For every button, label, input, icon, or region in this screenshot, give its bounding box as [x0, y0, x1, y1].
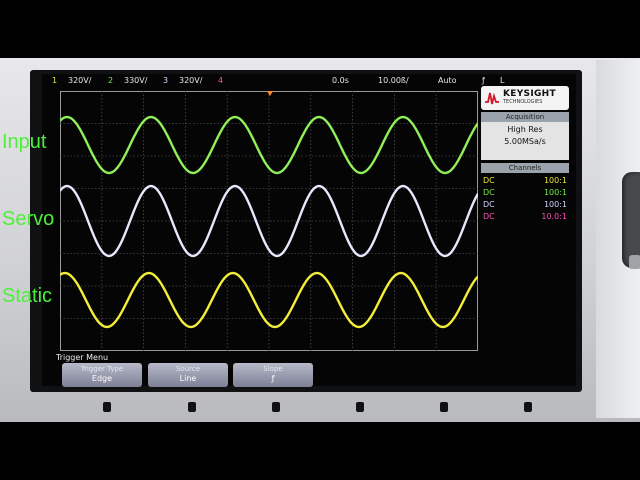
softkey-3-title: Slope	[263, 365, 283, 373]
hardware-softkey-5[interactable]	[440, 402, 448, 412]
channel-coupling: DC	[483, 200, 495, 209]
keysight-logo: KEYSIGHT TECHNOLOGIES	[481, 86, 569, 110]
trigger-position-marker	[267, 91, 273, 96]
channel-probe-ratio: 10.0:1	[541, 212, 567, 221]
top-letterbox	[0, 0, 640, 58]
channel-1-scale: 320V/	[68, 76, 92, 85]
softkey-slope[interactable]: Slope ƒ	[233, 363, 313, 387]
channel-3-scale: 320V/	[179, 76, 203, 85]
channel-probe-ratio: 100:1	[543, 176, 567, 185]
label-servo: Servo	[2, 208, 55, 230]
hardware-softkey-2[interactable]	[188, 402, 196, 412]
label-input: Input	[2, 131, 47, 153]
panel-button[interactable]	[629, 255, 640, 269]
channel-coupling: DC	[483, 212, 495, 221]
channel-row: DC 10.0:1	[483, 211, 567, 223]
acquisition-header[interactable]: Acquisition	[481, 112, 569, 122]
control-knob[interactable]	[622, 172, 640, 268]
softkey-2-value: Line	[179, 374, 197, 383]
channel-probe-ratio: 100:1	[543, 200, 567, 209]
softkey-3-value: ƒ	[271, 374, 275, 383]
bottom-letterbox	[0, 422, 640, 480]
softkey-1-value: Edge	[91, 374, 113, 383]
brand-name: KEYSIGHT	[503, 89, 556, 99]
hardware-softkey-4[interactable]	[356, 402, 364, 412]
acquisition-body: High Res 5.00MSa/s	[481, 122, 569, 160]
softkey-trigger-type[interactable]: Trigger Type Edge	[62, 363, 142, 387]
softkey-2-title: Source	[175, 365, 201, 373]
channel-row: DC 100:1	[483, 187, 567, 199]
trigger-mode: Auto	[438, 76, 457, 85]
channels-header[interactable]: Channels	[481, 163, 569, 173]
softkey-1-title: Trigger Type	[80, 365, 124, 373]
brand-subtitle: TECHNOLOGIES	[503, 99, 543, 105]
channel-2-scale: 330V/	[124, 76, 148, 85]
graticule-svg	[60, 91, 478, 351]
time-scale: 10.00ß/	[378, 76, 409, 85]
menu-title: Trigger Menu	[56, 353, 109, 362]
channel-probe-ratio: 100:1	[543, 188, 567, 197]
hardware-softkey-6[interactable]	[524, 402, 532, 412]
channel-coupling: DC	[483, 176, 495, 185]
channel-1-number[interactable]: 1	[52, 74, 57, 88]
keysight-wave-icon	[485, 92, 499, 105]
channel-4-number[interactable]: 4	[218, 74, 223, 88]
softkey-source[interactable]: Source Line	[148, 363, 228, 387]
waveform-graticule	[60, 91, 478, 351]
channel-row: DC 100:1	[483, 199, 567, 211]
time-offset: 0.0s	[332, 76, 349, 85]
hardware-softkey-1[interactable]	[103, 402, 111, 412]
sample-rate: 5.00MSa/s	[504, 137, 546, 146]
channel-3-number[interactable]: 3	[163, 74, 168, 88]
channel-coupling: DC	[483, 188, 495, 197]
hardware-softkey-3[interactable]	[272, 402, 280, 412]
acquisition-mode: High Res	[507, 125, 543, 134]
label-static: Static	[2, 285, 53, 307]
channel-2-number[interactable]: 2	[108, 74, 113, 88]
channel-row: DC 100:1	[483, 175, 567, 187]
